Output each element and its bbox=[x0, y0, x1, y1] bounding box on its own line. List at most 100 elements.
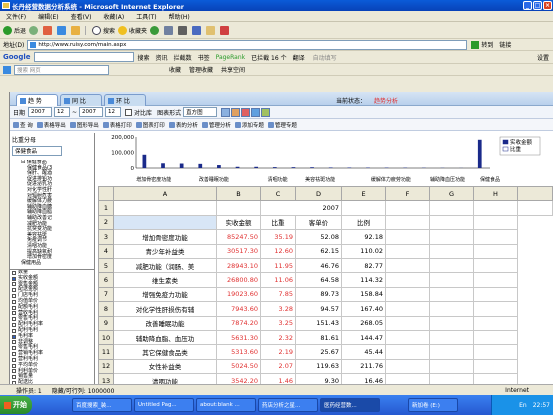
ratio-cell[interactable]: 110.02 bbox=[341, 243, 386, 259]
amount-cell[interactable]: 26800.80 bbox=[216, 272, 261, 288]
measure-checkbox[interactable] bbox=[12, 357, 16, 362]
cell[interactable] bbox=[385, 229, 430, 245]
news-button[interactable]: 资讯 bbox=[156, 53, 168, 62]
measure-checkbox[interactable] bbox=[12, 375, 16, 380]
share-cell[interactable]: 2.32 bbox=[260, 329, 296, 346]
name-cell[interactable]: 改善睡眠功能 bbox=[113, 315, 217, 331]
row-header[interactable]: 8 bbox=[98, 301, 114, 317]
cell[interactable] bbox=[341, 200, 386, 216]
cell[interactable] bbox=[429, 286, 474, 303]
pie-chart-icon[interactable] bbox=[241, 107, 251, 117]
cell[interactable] bbox=[473, 257, 518, 274]
forward-icon[interactable] bbox=[29, 25, 39, 35]
cell[interactable] bbox=[429, 315, 474, 331]
ratio-cell[interactable]: 268.05 bbox=[341, 315, 386, 331]
translate-button[interactable]: 翻译 bbox=[293, 53, 305, 62]
amount-cell[interactable]: 28943.10 bbox=[216, 257, 261, 274]
name-cell[interactable]: 增强免疫力功能 bbox=[113, 286, 217, 303]
autofill-button[interactable]: 自动填写 bbox=[313, 53, 337, 62]
price-cell[interactable]: 52.08 bbox=[295, 229, 342, 245]
share-cell[interactable]: 2.19 bbox=[260, 344, 296, 360]
task-analysis[interactable]: 医药经营数... bbox=[320, 398, 380, 412]
price-cell[interactable]: 64.58 bbox=[295, 272, 342, 288]
price-cell[interactable]: 25.67 bbox=[295, 344, 342, 360]
share-cell[interactable]: 11.95 bbox=[260, 257, 296, 274]
price-cell[interactable]: 151.43 bbox=[295, 315, 342, 331]
cell[interactable] bbox=[216, 200, 261, 216]
price-cell[interactable]: 81.61 bbox=[295, 329, 342, 346]
cell[interactable] bbox=[429, 358, 474, 375]
task-drive[interactable]: 新加卷 (E:) bbox=[408, 398, 458, 412]
cell[interactable] bbox=[473, 214, 518, 231]
address-input[interactable]: http://www.ruisy.com/main.aspx bbox=[27, 39, 468, 50]
refresh-icon[interactable] bbox=[57, 25, 67, 35]
name-cell[interactable]: 减肥功能（润肠、美 bbox=[113, 257, 217, 274]
cell[interactable] bbox=[385, 257, 430, 274]
price-cell[interactable]: 94.57 bbox=[295, 301, 342, 317]
google-search-input[interactable] bbox=[33, 52, 134, 62]
ratio-cell[interactable]: 16.46 bbox=[341, 373, 386, 384]
price-cell[interactable]: 9.30 bbox=[295, 373, 342, 384]
cell[interactable] bbox=[429, 229, 474, 245]
cell[interactable] bbox=[385, 243, 430, 259]
measure-checkbox[interactable] bbox=[12, 294, 16, 299]
measure-checkbox[interactable] bbox=[12, 276, 16, 281]
lang-indicator[interactable]: En bbox=[519, 402, 527, 409]
cell[interactable] bbox=[473, 200, 518, 216]
column-header[interactable]: A bbox=[113, 186, 217, 202]
cell[interactable] bbox=[385, 272, 430, 288]
column-header[interactable]: G bbox=[429, 186, 474, 202]
menu-help[interactable]: 帮助(H) bbox=[169, 12, 190, 21]
go-icon[interactable] bbox=[471, 40, 480, 49]
print-chart-button[interactable]: 图表打印 bbox=[135, 121, 165, 129]
cell[interactable] bbox=[473, 272, 518, 288]
blocked-button[interactable]: 拦截数 bbox=[174, 53, 192, 62]
amount-cell[interactable]: 5631.30 bbox=[216, 329, 261, 346]
sub-header-cell[interactable]: 比重 bbox=[260, 214, 296, 231]
start-button[interactable]: 开始 bbox=[0, 396, 32, 414]
favorites-icon[interactable] bbox=[118, 25, 128, 35]
row-header[interactable]: 9 bbox=[98, 315, 114, 331]
row-header[interactable]: 1 bbox=[98, 200, 114, 216]
name-cell[interactable]: 女性补益类 bbox=[113, 358, 217, 375]
manage-favorites[interactable]: 管理收藏 bbox=[189, 65, 213, 74]
search-button[interactable]: 搜索 bbox=[103, 26, 115, 35]
amount-cell[interactable]: 5313.60 bbox=[216, 344, 261, 360]
share-space[interactable]: 共享空间 bbox=[221, 65, 245, 74]
cell[interactable] bbox=[113, 200, 217, 216]
line-chart-icon[interactable] bbox=[231, 107, 241, 117]
share-cell[interactable]: 11.06 bbox=[260, 272, 296, 288]
manage-topic-button[interactable]: 管理专题 bbox=[267, 121, 297, 129]
denominator-select[interactable]: 保健食品 bbox=[12, 146, 62, 156]
measure-checkbox[interactable] bbox=[12, 270, 16, 275]
cell[interactable] bbox=[385, 200, 430, 216]
share-cell[interactable]: 3.25 bbox=[260, 315, 296, 331]
cell[interactable] bbox=[385, 286, 430, 303]
tab-trend[interactable]: 趋 势 bbox=[16, 94, 58, 106]
name-cell[interactable]: 辅助降血脂、血压功 bbox=[113, 329, 217, 346]
measure-checkbox[interactable] bbox=[12, 328, 16, 333]
sub-header-cell[interactable]: 比例 bbox=[341, 214, 386, 231]
cell[interactable] bbox=[473, 315, 518, 331]
go-button[interactable]: 转到 bbox=[481, 40, 493, 49]
column-header[interactable]: H bbox=[473, 186, 518, 202]
stop-icon[interactable] bbox=[43, 25, 53, 35]
print-table-button[interactable]: 表格打印 bbox=[102, 121, 132, 129]
amount-cell[interactable]: 7874.20 bbox=[216, 315, 261, 331]
cell[interactable] bbox=[473, 243, 518, 259]
measure-checkbox[interactable] bbox=[12, 305, 16, 310]
table-icon[interactable] bbox=[261, 107, 271, 117]
price-cell[interactable]: 46.76 bbox=[295, 257, 342, 274]
measure-checkbox[interactable] bbox=[12, 311, 16, 316]
price-cell[interactable]: 119.63 bbox=[295, 358, 342, 375]
cell[interactable] bbox=[385, 329, 430, 346]
favorites-button[interactable]: 收藏夹 bbox=[129, 26, 147, 35]
ratio-cell[interactable]: 45.44 bbox=[341, 344, 386, 360]
ratio-cell[interactable]: 158.84 bbox=[341, 286, 386, 303]
cell[interactable] bbox=[473, 344, 518, 360]
search-icon[interactable] bbox=[92, 25, 102, 35]
share-cell[interactable]: 35.19 bbox=[260, 229, 296, 245]
cell[interactable] bbox=[429, 214, 474, 231]
row-header[interactable]: 11 bbox=[98, 344, 114, 360]
add-topic-button[interactable]: 添加专题 bbox=[234, 121, 264, 129]
